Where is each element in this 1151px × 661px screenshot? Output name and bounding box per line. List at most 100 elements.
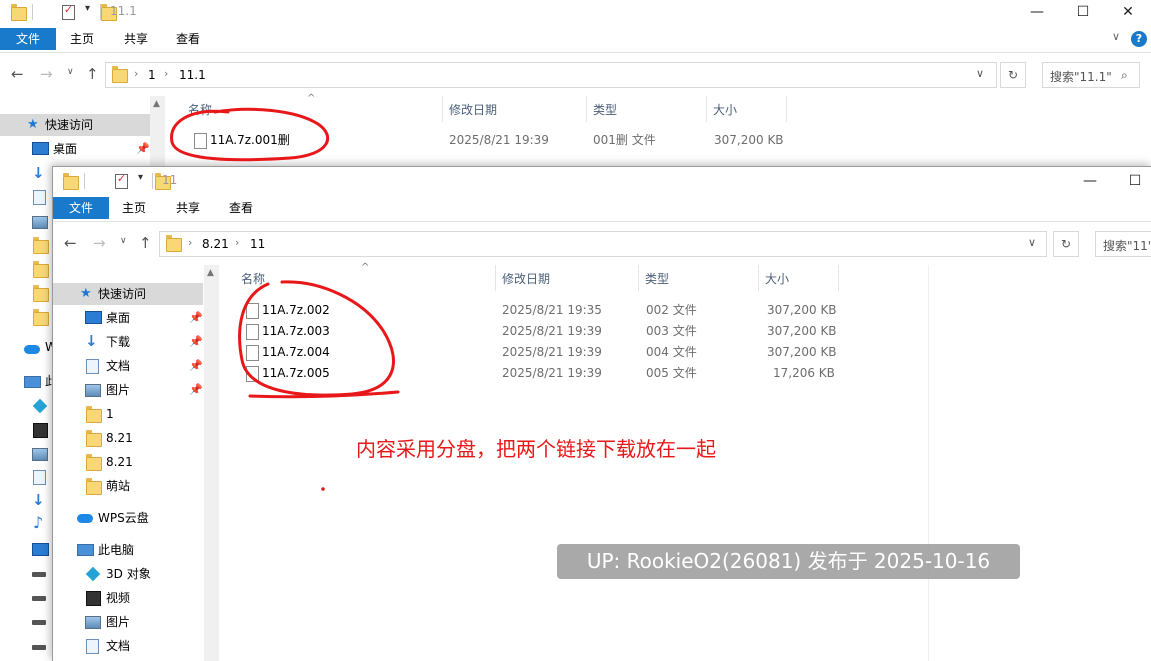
- nav-pc-documents[interactable]: 文档: [53, 635, 203, 657]
- address-dropdown-icon[interactable]: ∨: [1028, 236, 1036, 249]
- maximize-button[interactable]: ☐: [1112, 169, 1151, 193]
- column-divider[interactable]: [495, 265, 496, 291]
- nav-documents[interactable]: 文档 📌: [53, 355, 203, 377]
- pictures-icon: [32, 448, 48, 461]
- pin-icon[interactable]: 📌: [189, 307, 203, 329]
- refresh-button[interactable]: ↻: [1000, 62, 1026, 88]
- nav-folder-821[interactable]: 8.21: [53, 427, 203, 449]
- nav-label: 文档: [106, 359, 131, 373]
- breadcrumb-item[interactable]: 8.21: [202, 237, 229, 251]
- close-button[interactable]: ✕: [1105, 0, 1151, 24]
- scroll-up-icon[interactable]: ▲: [207, 268, 214, 278]
- tab-view[interactable]: 查看: [168, 28, 208, 50]
- column-divider[interactable]: [586, 96, 587, 122]
- nav-this-pc[interactable]: 此电脑: [53, 539, 203, 561]
- nav-label: 桌面: [106, 311, 131, 325]
- nav-pc-pictures[interactable]: 图片: [53, 611, 203, 633]
- tab-home[interactable]: 主页: [114, 197, 154, 219]
- downloads-icon: ↓: [85, 332, 98, 350]
- nav-wps-cloud[interactable]: WPS云盘: [53, 507, 203, 529]
- column-type[interactable]: 类型: [645, 268, 669, 290]
- nav-quick-access[interactable]: ★ 快速访问: [0, 114, 150, 136]
- nav-label: WPS云盘: [98, 511, 149, 525]
- pin-icon[interactable]: 📌: [189, 379, 203, 401]
- address-dropdown-icon[interactable]: ∨: [976, 67, 984, 80]
- nav-desktop[interactable]: 桌面 📌: [0, 138, 150, 160]
- qat-dropdown-icon[interactable]: ▾: [85, 3, 90, 14]
- divider: [152, 173, 153, 189]
- breadcrumb-item[interactable]: 11: [250, 237, 265, 251]
- address-bar[interactable]: › 8.21 › 11 ∨: [159, 231, 1047, 257]
- column-divider[interactable]: [442, 96, 443, 122]
- refresh-button[interactable]: ↻: [1053, 231, 1079, 257]
- navigation-pane: ★ 快速访问 桌面 📌 ↓ 下载 📌 文档 📌 图片 📌 1 8.21 8.21…: [53, 265, 203, 661]
- file-row[interactable]: 11A.7z.005 2025/8/21 19:39 005 文件 17,206…: [242, 363, 862, 384]
- file-date: 2025/8/21 19:39: [502, 366, 602, 380]
- address-bar[interactable]: › 1 › 11.1 ∨: [105, 62, 997, 88]
- drive-icon: [32, 645, 46, 650]
- up-arrow-icon[interactable]: ↑: [139, 234, 152, 252]
- qat-dropdown-icon[interactable]: ▾: [138, 172, 143, 183]
- column-name[interactable]: 名称: [188, 99, 212, 121]
- nav-desktop[interactable]: 桌面 📌: [53, 307, 203, 329]
- recent-dropdown-icon[interactable]: ∨: [120, 236, 127, 246]
- properties-icon[interactable]: [61, 3, 75, 20]
- help-icon[interactable]: ?: [1131, 31, 1147, 47]
- column-divider[interactable]: [838, 265, 839, 291]
- back-arrow-icon[interactable]: ←: [64, 234, 77, 252]
- file-row[interactable]: 11A.7z.003 2025/8/21 19:39 003 文件 307,20…: [242, 321, 862, 342]
- column-type[interactable]: 类型: [593, 99, 617, 121]
- tab-view[interactable]: 查看: [221, 197, 261, 219]
- nav-quick-access[interactable]: ★ 快速访问: [53, 283, 203, 305]
- nav-videos[interactable]: 视频: [53, 587, 203, 609]
- column-date[interactable]: 修改日期: [449, 99, 497, 121]
- ribbon-divider: [53, 221, 1151, 222]
- column-size[interactable]: 大小: [765, 268, 789, 290]
- 3d-objects-icon: [32, 398, 48, 414]
- file-row[interactable]: 11A.7z.004 2025/8/21 19:39 004 文件 307,20…: [242, 342, 862, 363]
- breadcrumb-item[interactable]: 1: [148, 68, 156, 82]
- pin-icon[interactable]: 📌: [189, 355, 203, 377]
- minimize-button[interactable]: —: [1067, 169, 1113, 193]
- nav-folder-mengzhan[interactable]: 萌站: [53, 475, 203, 497]
- back-title-bar: ▾ 11.1 — ☐ ✕: [0, 0, 1151, 24]
- expand-ribbon-icon[interactable]: ∨: [1112, 30, 1120, 43]
- tab-file[interactable]: 文件: [0, 28, 56, 50]
- nav-scrollbar[interactable]: ▲: [204, 265, 219, 661]
- tab-share[interactable]: 共享: [116, 28, 156, 50]
- tab-home[interactable]: 主页: [62, 28, 102, 50]
- back-arrow-icon[interactable]: ←: [11, 65, 24, 83]
- file-name: 11A.7z.004: [262, 345, 330, 359]
- column-date[interactable]: 修改日期: [502, 268, 550, 290]
- column-divider[interactable]: [706, 96, 707, 122]
- pin-icon[interactable]: 📌: [189, 331, 203, 353]
- column-name[interactable]: 名称: [241, 268, 265, 290]
- up-arrow-icon[interactable]: ↑: [86, 65, 99, 83]
- forward-arrow-icon[interactable]: →: [40, 65, 53, 83]
- folder-icon: [11, 4, 27, 21]
- breadcrumb-item[interactable]: 11.1: [179, 68, 206, 82]
- nav-pictures[interactable]: 图片 📌: [53, 379, 203, 401]
- column-size[interactable]: 大小: [713, 99, 737, 121]
- nav-folder-821[interactable]: 8.21: [53, 451, 203, 473]
- recent-dropdown-icon[interactable]: ∨: [67, 67, 74, 77]
- tab-share[interactable]: 共享: [168, 197, 208, 219]
- file-row[interactable]: 11A.7z.001删 2025/8/21 19:39 001删 文件 307,…: [190, 130, 810, 151]
- forward-arrow-icon[interactable]: →: [93, 234, 106, 252]
- column-divider[interactable]: [638, 265, 639, 291]
- minimize-button[interactable]: —: [1014, 0, 1060, 24]
- nav-downloads[interactable]: ↓ 下载 📌: [53, 331, 203, 353]
- search-input[interactable]: 搜索"11": [1095, 231, 1151, 257]
- nav-folder-1[interactable]: 1: [53, 403, 203, 425]
- scroll-up-icon[interactable]: ▲: [153, 99, 160, 109]
- tab-file[interactable]: 文件: [53, 197, 109, 219]
- file-row[interactable]: 11A.7z.002 2025/8/21 19:35 002 文件 307,20…: [242, 300, 862, 321]
- search-input[interactable]: 搜索"11.1" ⌕: [1042, 62, 1140, 88]
- nav-3d-objects[interactable]: 3D 对象: [53, 563, 203, 585]
- nav-scrollbar[interactable]: ▲: [150, 96, 165, 166]
- maximize-button[interactable]: ☐: [1060, 0, 1106, 24]
- properties-icon[interactable]: [114, 172, 128, 189]
- column-divider[interactable]: [786, 96, 787, 122]
- pin-icon[interactable]: 📌: [136, 138, 150, 160]
- column-divider[interactable]: [758, 265, 759, 291]
